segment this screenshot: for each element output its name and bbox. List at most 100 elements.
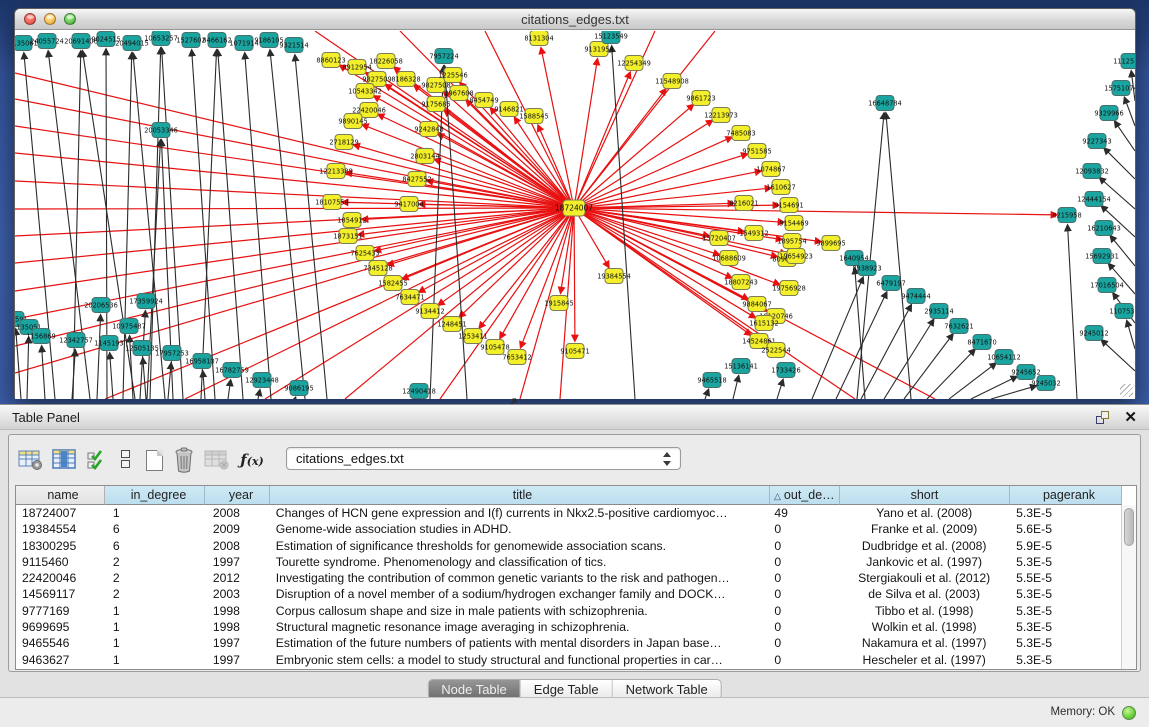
column-header-in_degree[interactable]: in_degree (105, 486, 205, 505)
graph-node[interactable]: 12444154 (1077, 192, 1111, 207)
table-panel-titlebar[interactable]: Table Panel ✕ (0, 404, 1149, 430)
table-row[interactable]: 2242004622012Investigating the contribut… (16, 570, 1121, 586)
memory-ok-indicator-icon[interactable] (1122, 706, 1136, 720)
graph-node[interactable]: 10653257 (144, 31, 178, 46)
graph-node[interactable]: 8216021 (729, 196, 758, 211)
table-row[interactable]: 911546021997Tourette syndrome. Phenomeno… (16, 554, 1121, 570)
graph-node[interactable]: 9245012 (1079, 326, 1108, 341)
scrollbar-thumb[interactable] (1124, 508, 1134, 546)
table-settings-icon[interactable] (17, 446, 45, 474)
graph-node[interactable]: 1549312 (739, 226, 768, 241)
graph-node[interactable]: 9105471 (560, 344, 589, 359)
graph-node[interactable]: 15692931 (1085, 249, 1119, 264)
graph-node[interactable]: 15751074 (1104, 81, 1135, 96)
graph-node[interactable]: 9134412 (415, 304, 444, 319)
table-row[interactable]: 1872400712008Changes of HCN gene express… (16, 505, 1121, 521)
graph-node[interactable]: 8912954 (342, 60, 371, 75)
graph-node[interactable]: 9465518 (697, 373, 726, 388)
graph-node[interactable]: 1588545 (519, 109, 548, 124)
table-row[interactable]: 977716911998Corpus callosum shape and si… (16, 603, 1121, 619)
graph-node[interactable]: 16958107 (185, 354, 219, 369)
table-row[interactable]: 946362711997Embryonic stem cells: a mode… (16, 652, 1121, 668)
graph-node[interactable]: 17016504 (1090, 278, 1124, 293)
graph-node[interactable]: 9321514 (279, 38, 308, 53)
window-titlebar[interactable]: citations_edges.txt (15, 9, 1135, 30)
column-header-out_de[interactable]: △out_de… (770, 486, 840, 505)
column-chooser-icon[interactable] (51, 446, 79, 474)
close-panel-icon[interactable]: ✕ (1124, 408, 1137, 426)
network-canvas[interactable]: 1872400788601238912954182260589827509818… (15, 31, 1135, 399)
float-panel-icon[interactable] (1095, 410, 1111, 426)
graph-node[interactable]: 12093832 (1075, 164, 1109, 179)
resize-grip-icon[interactable] (1120, 384, 1133, 397)
graph-node[interactable]: 8131304 (524, 31, 553, 46)
graph-node[interactable]: 10654112 (987, 350, 1021, 365)
function-builder-icon[interactable]: ƒ(x) (237, 446, 267, 474)
graph-node[interactable]: 9474444 (901, 289, 930, 304)
graph-node[interactable]: 9154469 (779, 216, 808, 231)
table-row[interactable]: 946554611997Estimation of the future num… (16, 635, 1121, 651)
graph-node[interactable]: 9245032 (1031, 376, 1060, 391)
graph-node[interactable]: 19384554 (597, 269, 631, 284)
rows-icon[interactable] (117, 446, 133, 474)
column-header-short[interactable]: short (840, 486, 1010, 505)
graph-node[interactable]: 8215958 (1052, 208, 1081, 223)
table-row[interactable]: 1456911722003Disruption of a novel membe… (16, 586, 1121, 602)
column-header-name[interactable]: name (16, 486, 105, 505)
table-selector-dropdown[interactable]: citations_edges.txt (286, 447, 681, 470)
graph-node[interactable]: 9899695 (816, 236, 845, 251)
graph-node[interactable]: 15720407 (702, 231, 736, 246)
graph-node[interactable]: 2935114 (924, 304, 953, 319)
graph-node[interactable]: 9861723 (686, 91, 715, 106)
graph-node[interactable]: 2718129 (329, 135, 358, 150)
column-header-year[interactable]: year (205, 486, 270, 505)
graph-node[interactable]: 9329966 (1094, 106, 1123, 121)
graph-node[interactable]: 16782759 (215, 363, 249, 378)
graph-node[interactable]: 16210643 (1087, 221, 1121, 236)
graph-node[interactable]: 1527602 (176, 33, 205, 48)
graph-node[interactable]: 19756928 (772, 281, 806, 296)
delete-rows-icon[interactable] (170, 446, 198, 474)
delete-table-icon[interactable] (203, 446, 231, 474)
graph-node[interactable]: 9154691 (774, 198, 803, 213)
graph-node[interactable]: 9105478 (480, 340, 509, 355)
graph-node[interactable]: 16648784 (868, 96, 902, 111)
graph-node[interactable]: 1610627 (766, 180, 795, 195)
graph-node[interactable]: 12213389 (319, 164, 353, 179)
graph-node[interactable]: 1733426 (771, 363, 800, 378)
table-row[interactable]: 1830029562008Estimation of significance … (16, 538, 1121, 554)
graph-node[interactable]: 12213973 (704, 108, 738, 123)
graph-node[interactable]: 1854912 (337, 213, 366, 228)
graph-node[interactable]: 2803144 (410, 149, 439, 164)
graph-node[interactable]: 15136141 (724, 359, 758, 374)
new-table-icon[interactable] (141, 446, 167, 474)
graph-node[interactable]: 8860123 (316, 53, 345, 68)
table-scrollbar[interactable] (1121, 505, 1136, 669)
column-header-title[interactable]: title (270, 486, 770, 505)
graph-node[interactable]: 11125194 (1113, 54, 1135, 69)
column-header-pagerank[interactable]: pagerank (1010, 486, 1122, 505)
graph-node[interactable]: 9417004 (394, 197, 423, 212)
network-view[interactable]: 1872400788601238912954182260589827509818… (15, 31, 1135, 399)
row-select-icon[interactable] (85, 446, 109, 474)
graph-node[interactable]: 8471670 (967, 335, 996, 350)
graph-node[interactable]: 11548908 (655, 74, 689, 89)
graph-node[interactable]: 1107533 (1109, 304, 1135, 319)
table-row[interactable]: 969969511998Structural magnetic resonanc… (16, 619, 1121, 635)
graph-node[interactable]: 7957224 (429, 49, 458, 64)
graph-node[interactable]: 9086195 (284, 381, 313, 396)
graph-node[interactable]: 7653412 (502, 350, 531, 365)
graph-node[interactable]: 9751585 (742, 144, 771, 159)
graph-node[interactable]: 12254349 (617, 56, 651, 71)
graph-node[interactable]: 12342757 (59, 333, 93, 348)
graph-node[interactable]: 18226058 (369, 54, 403, 69)
graph-node[interactable]: 8427552 (402, 172, 431, 187)
graph-node[interactable]: 10688609 (712, 251, 746, 266)
graph-node[interactable]: 12923448 (245, 373, 279, 388)
graph-node[interactable]: 8466162 (202, 33, 231, 48)
svg-text:1527602: 1527602 (176, 37, 205, 45)
table-row[interactable]: 1938455462009Genome-wide association stu… (16, 521, 1121, 537)
graph-node[interactable]: 1074867 (756, 162, 785, 177)
graph-node[interactable]: 7632621 (944, 319, 973, 334)
graph-node[interactable]: 9227343 (1082, 134, 1111, 149)
